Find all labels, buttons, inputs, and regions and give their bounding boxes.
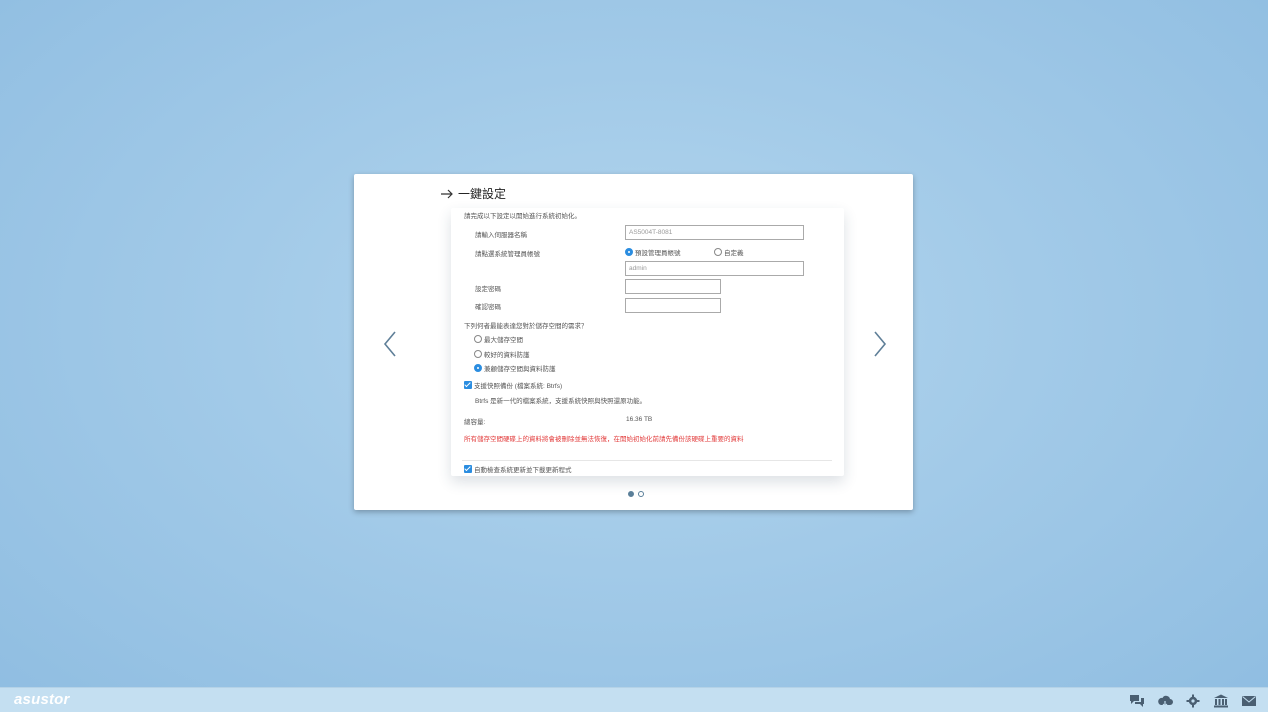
gear-icon[interactable]	[1185, 694, 1201, 708]
radio-storage-balanced[interactable]: 兼顧儲存空間與資料防護	[474, 363, 556, 373]
checkbox-label: 自動檢查系統更新並下載更新程式	[474, 467, 572, 474]
confirm-password-label: 確認密碼	[475, 304, 501, 311]
page-dot[interactable]	[638, 491, 644, 497]
chat-icon[interactable]	[1129, 694, 1145, 708]
radio-label: 自定義	[724, 250, 744, 257]
setup-dialog: 一鍵設定 請完成以下設定以開始進行系統初始化。 請輸入伺服器名稱 請點選系統管理…	[354, 174, 913, 510]
btrfs-description: Btrfs 是新一代的檔案系統，支援系統快照與快照還原功能。	[475, 398, 647, 405]
arrow-right-icon	[441, 189, 453, 198]
radio-dot	[714, 248, 722, 256]
radio-admin-custom[interactable]: 自定義	[714, 247, 744, 257]
auto-update-checkbox[interactable]: 自動檢查系統更新並下載更新程式	[464, 464, 572, 474]
radio-dot	[474, 335, 482, 343]
server-name-label: 請輸入伺服器名稱	[475, 232, 527, 239]
mail-icon[interactable]	[1241, 694, 1257, 708]
radio-storage-protection[interactable]: 較好的資料防護	[474, 349, 530, 359]
checkbox-checked	[464, 381, 472, 389]
page-dot-active[interactable]	[628, 491, 634, 497]
intro-text: 請完成以下設定以開始進行系統初始化。	[464, 213, 581, 220]
admin-choice-label: 請點選系統管理員帳號	[475, 251, 540, 258]
btrfs-checkbox[interactable]: 支援快照備份 (檔案系統: Btrfs)	[464, 380, 562, 390]
chevron-right-icon[interactable]	[872, 330, 888, 358]
capacity-value: 16.36 TB	[626, 416, 653, 423]
radio-label: 兼顧儲存空間與資料防護	[484, 366, 556, 373]
dialog-title: 一鍵設定	[458, 187, 507, 201]
taskbar: asustor	[0, 687, 1268, 712]
radio-label: 預設管理員帳號	[635, 250, 681, 257]
title-row: 一鍵設定	[440, 185, 506, 202]
radio-dot	[474, 350, 482, 358]
bank-icon[interactable]	[1213, 694, 1229, 708]
checkbox-label: 支援快照備份 (檔案系統: Btrfs)	[474, 383, 563, 390]
radio-dot-selected	[474, 364, 482, 372]
password-label: 設定密碼	[475, 286, 501, 293]
server-name-input[interactable]	[625, 225, 804, 240]
divider	[462, 460, 832, 461]
storage-question: 下列何者最能表達您對於儲存空間的需求？	[464, 323, 588, 330]
capacity-label: 總容量:	[464, 419, 486, 426]
radio-storage-max[interactable]: 最大儲存空間	[474, 334, 523, 344]
radio-label: 較好的資料防護	[484, 352, 530, 359]
password-input[interactable]	[625, 279, 721, 294]
checkbox-checked	[464, 465, 472, 473]
cloud-icon[interactable]	[1157, 694, 1173, 708]
confirm-password-input[interactable]	[625, 298, 721, 313]
radio-dot-selected	[625, 248, 633, 256]
page-indicator	[628, 491, 644, 497]
asustor-logo: asustor	[14, 691, 70, 708]
admin-username-input[interactable]	[625, 261, 804, 276]
chevron-left-icon[interactable]	[382, 330, 398, 358]
warning-text: 所有儲存空間硬碟上的資料將會被刪除並無法恢復，在開始初始化前請先備份該硬碟上重要…	[464, 436, 744, 443]
radio-label: 最大儲存空間	[484, 337, 523, 344]
radio-admin-default[interactable]: 預設管理員帳號	[625, 247, 681, 257]
